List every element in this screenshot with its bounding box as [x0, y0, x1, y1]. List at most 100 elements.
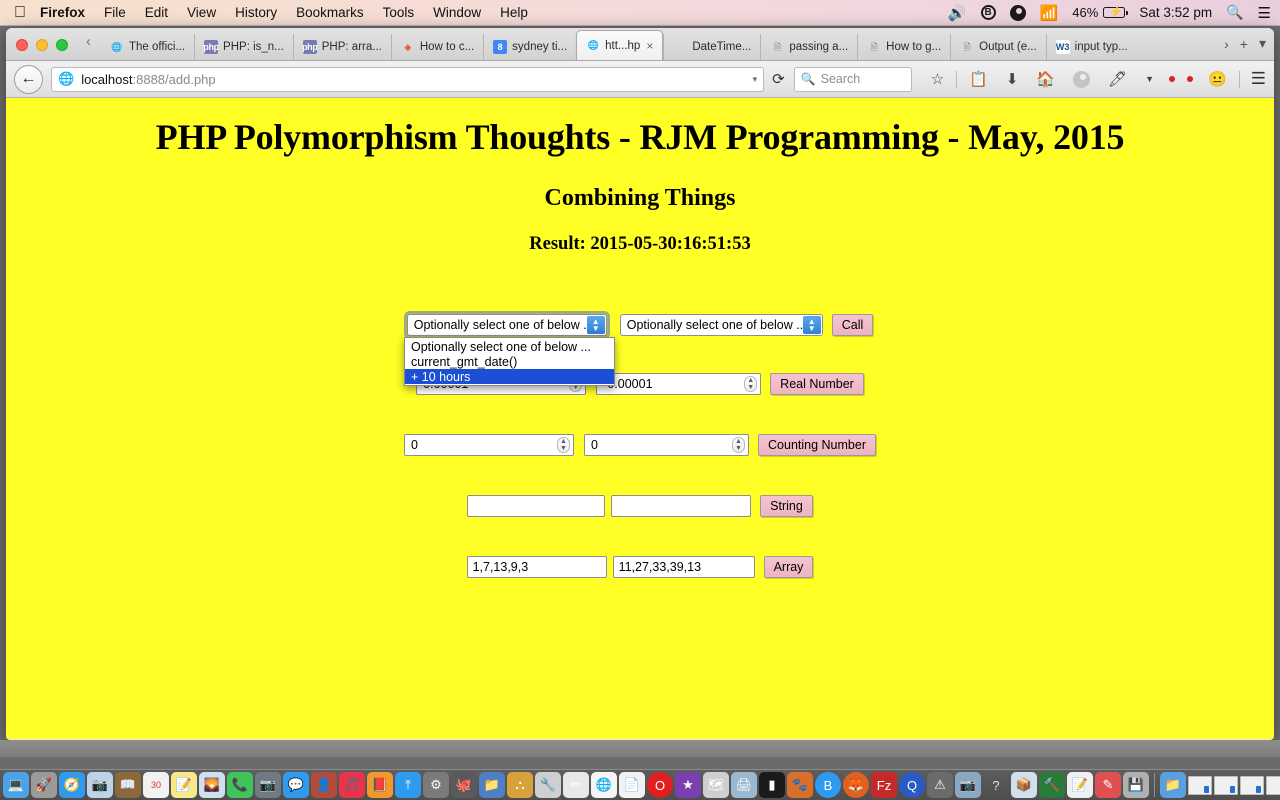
menu-item-edit[interactable]: Edit — [145, 5, 168, 20]
function-select-right[interactable]: Optionally select one of below ... ▲ ▼ — [619, 314, 823, 336]
search-input[interactable]: 🔍 Search — [793, 66, 912, 92]
dock-firefox-icon[interactable]: 🦊 — [843, 772, 869, 798]
dock-preview-icon[interactable]: 📷 — [87, 772, 113, 798]
dock-star-icon[interactable]: ★ — [675, 772, 701, 798]
dock-messages-icon[interactable]: 💬 — [283, 772, 309, 798]
string-input-left[interactable] — [467, 495, 606, 517]
tab-overflow-icon[interactable]: › — [1224, 36, 1229, 52]
menu-item-bookmarks[interactable]: Bookmarks — [296, 5, 364, 20]
dock-gimp-icon[interactable]: 🐾 — [787, 772, 813, 798]
wifi-icon[interactable]: 📶 — [1040, 4, 1059, 22]
menu-item-tools[interactable]: Tools — [383, 5, 415, 20]
chevron-down-icon[interactable]: ▼ — [1145, 74, 1154, 84]
real-number-input-right[interactable]: -0.00001 ▲ ▼ — [596, 373, 762, 395]
dock-photos-icon[interactable]: 🌄 — [199, 772, 225, 798]
menu-item-help[interactable]: Help — [500, 5, 528, 20]
dock-notes-icon[interactable]: 📝 — [171, 772, 197, 798]
dock-ibooks-icon[interactable]: 📕 — [367, 772, 393, 798]
dock-sublime-icon[interactable]: ✎ — [1095, 772, 1121, 798]
dock-map-icon[interactable]: 🗺 — [703, 772, 729, 798]
dock-package-icon[interactable]: 📦 — [1011, 772, 1037, 798]
counting-number-button[interactable]: Counting Number — [758, 434, 876, 456]
tab-how-to-c[interactable]: ◆ How to c... — [390, 34, 483, 60]
spinner-icon[interactable]: ▲▼ — [744, 376, 758, 392]
dock-quicktime-icon[interactable]: Q — [899, 772, 925, 798]
dropdown-option-plus-10-hours[interactable]: + 10 hours — [405, 369, 614, 384]
battery-status[interactable]: 46% ⚡ — [1072, 5, 1129, 20]
counting-number-input-right[interactable]: 0 ▲ ▼ — [584, 434, 750, 456]
dock-safari-icon[interactable]: 🧭 — [59, 772, 85, 798]
dock-appstore-icon[interactable]: ⤒ — [395, 772, 421, 798]
dock-app-icon[interactable]: ⛬ — [507, 772, 533, 798]
pocket-icon[interactable]: 🖊 — [1108, 70, 1127, 88]
maximize-window-button[interactable] — [56, 39, 68, 51]
back-button[interactable]: ← — [14, 64, 43, 94]
minimized-window[interactable] — [1188, 775, 1212, 795]
tab-sydney-ti[interactable]: 8 sydney ti... — [483, 34, 576, 60]
dock-filezilla-icon[interactable]: Fz — [871, 772, 897, 798]
dock-xcode-icon[interactable]: 🔧 — [535, 772, 561, 798]
tab-php-arra[interactable]: php PHP: arra... — [292, 34, 391, 60]
spinner-icon[interactable]: ▲▼ — [557, 437, 571, 453]
close-window-button[interactable] — [16, 39, 28, 51]
dock-itunes-icon[interactable]: 🎵 — [339, 772, 365, 798]
dropdown-option-current-gmt-date[interactable]: current_gmt_date() — [405, 354, 614, 369]
bluetooth-icon[interactable]: B — [980, 5, 996, 20]
real-number-button[interactable]: Real Number — [770, 373, 864, 395]
home-icon[interactable]: 🏠 — [1036, 70, 1055, 88]
dock-printer-icon[interactable]: 🖨 — [731, 772, 757, 798]
menu-item-window[interactable]: Window — [433, 5, 481, 20]
dock-calendar-icon[interactable]: 30 — [143, 772, 169, 798]
dock-bittorrent-icon[interactable]: B — [815, 772, 841, 798]
tab-close-icon[interactable]: × — [646, 39, 653, 53]
reader-icon[interactable]: 📋 — [969, 70, 988, 88]
reload-icon[interactable]: ⟳ — [772, 70, 785, 88]
chevron-down-icon[interactable]: ▾ — [753, 74, 758, 85]
volume-icon[interactable]: 🔊 — [948, 4, 967, 22]
dock-dreamweaver-icon[interactable]: 🔨 — [1039, 772, 1065, 798]
dock-chrome-icon[interactable]: 🌐 — [591, 772, 617, 798]
menu-item-history[interactable]: History — [235, 5, 277, 20]
counting-number-input-left[interactable]: 0 ▲ ▼ — [404, 434, 575, 456]
url-bar[interactable]: 🌐 localhost :8888/add.php ▾ — [51, 66, 765, 92]
download-icon[interactable]: ⬇ — [1006, 70, 1019, 88]
minimize-window-button[interactable] — [36, 39, 48, 51]
tab-passing-a[interactable]: 🗎 passing a... — [760, 34, 857, 60]
select-dropdown-popup[interactable]: Optionally select one of below ... curre… — [404, 337, 615, 386]
tab-active-add-php[interactable]: 🌐 htt...hp × — [576, 30, 664, 60]
apple-logo-icon[interactable]:  — [14, 4, 26, 21]
dock-folder-icon[interactable]: 📁 — [479, 772, 505, 798]
tab-output-e[interactable]: 🗎 Output (e... — [950, 34, 1046, 60]
dock-notes2-icon[interactable]: 📝 — [1067, 772, 1093, 798]
array-input-right[interactable]: 11,27,33,39,13 — [612, 556, 755, 578]
dock-terminal-icon[interactable]: ▮ — [759, 772, 785, 798]
notification-center-icon[interactable]: ☰ — [1258, 4, 1271, 22]
dock-disk-icon[interactable]: 💾 — [1123, 772, 1149, 798]
dropdown-option-placeholder[interactable]: Optionally select one of below ... — [405, 339, 614, 354]
spotlight-search-icon[interactable]: 🔍 — [1226, 4, 1243, 21]
call-button[interactable]: Call — [831, 314, 874, 336]
addon-indicator-dot-icon[interactable] — [1169, 76, 1176, 82]
minimized-window[interactable] — [1266, 775, 1280, 795]
dock-launchpad-icon[interactable]: 🚀 — [31, 772, 57, 798]
dock-contacts-icon[interactable]: 👤 — [311, 772, 337, 798]
dock-finder-icon[interactable]: 💻 — [3, 772, 29, 798]
tab-scroll-left-icon[interactable]: ‹ — [84, 33, 101, 60]
tab-php-is-n[interactable]: php PHP: is_n... — [194, 34, 293, 60]
menu-hamburger-icon[interactable]: ☰ — [1251, 69, 1266, 89]
array-input-left[interactable]: 1,7,13,9,3 — [466, 556, 607, 578]
tab-how-to-g[interactable]: 🗎 How to g... — [857, 34, 950, 60]
addon-indicator-dot-icon[interactable] — [1187, 76, 1194, 82]
dropbox-icon[interactable] — [1009, 4, 1026, 21]
menu-item-firefox[interactable]: Firefox — [40, 5, 85, 20]
string-input-right[interactable] — [611, 495, 752, 517]
menu-bar-clock[interactable]: Sat 3:52 pm — [1139, 5, 1212, 20]
dock-help-icon[interactable]: ? — [983, 772, 1009, 798]
function-select-left[interactable]: Optionally select one of below ... ▲ ▼ — [403, 311, 610, 339]
dock-vlc-icon[interactable]: ⚠ — [927, 772, 953, 798]
menu-item-file[interactable]: File — [104, 5, 126, 20]
dock-opera-icon[interactable]: O — [647, 772, 673, 798]
dock-folder-downloads-icon[interactable]: 📁 — [1160, 772, 1186, 798]
tab-datetime[interactable]: DateTime... — [663, 34, 760, 60]
dock-mamp-icon[interactable]: 🐙 — [451, 772, 477, 798]
